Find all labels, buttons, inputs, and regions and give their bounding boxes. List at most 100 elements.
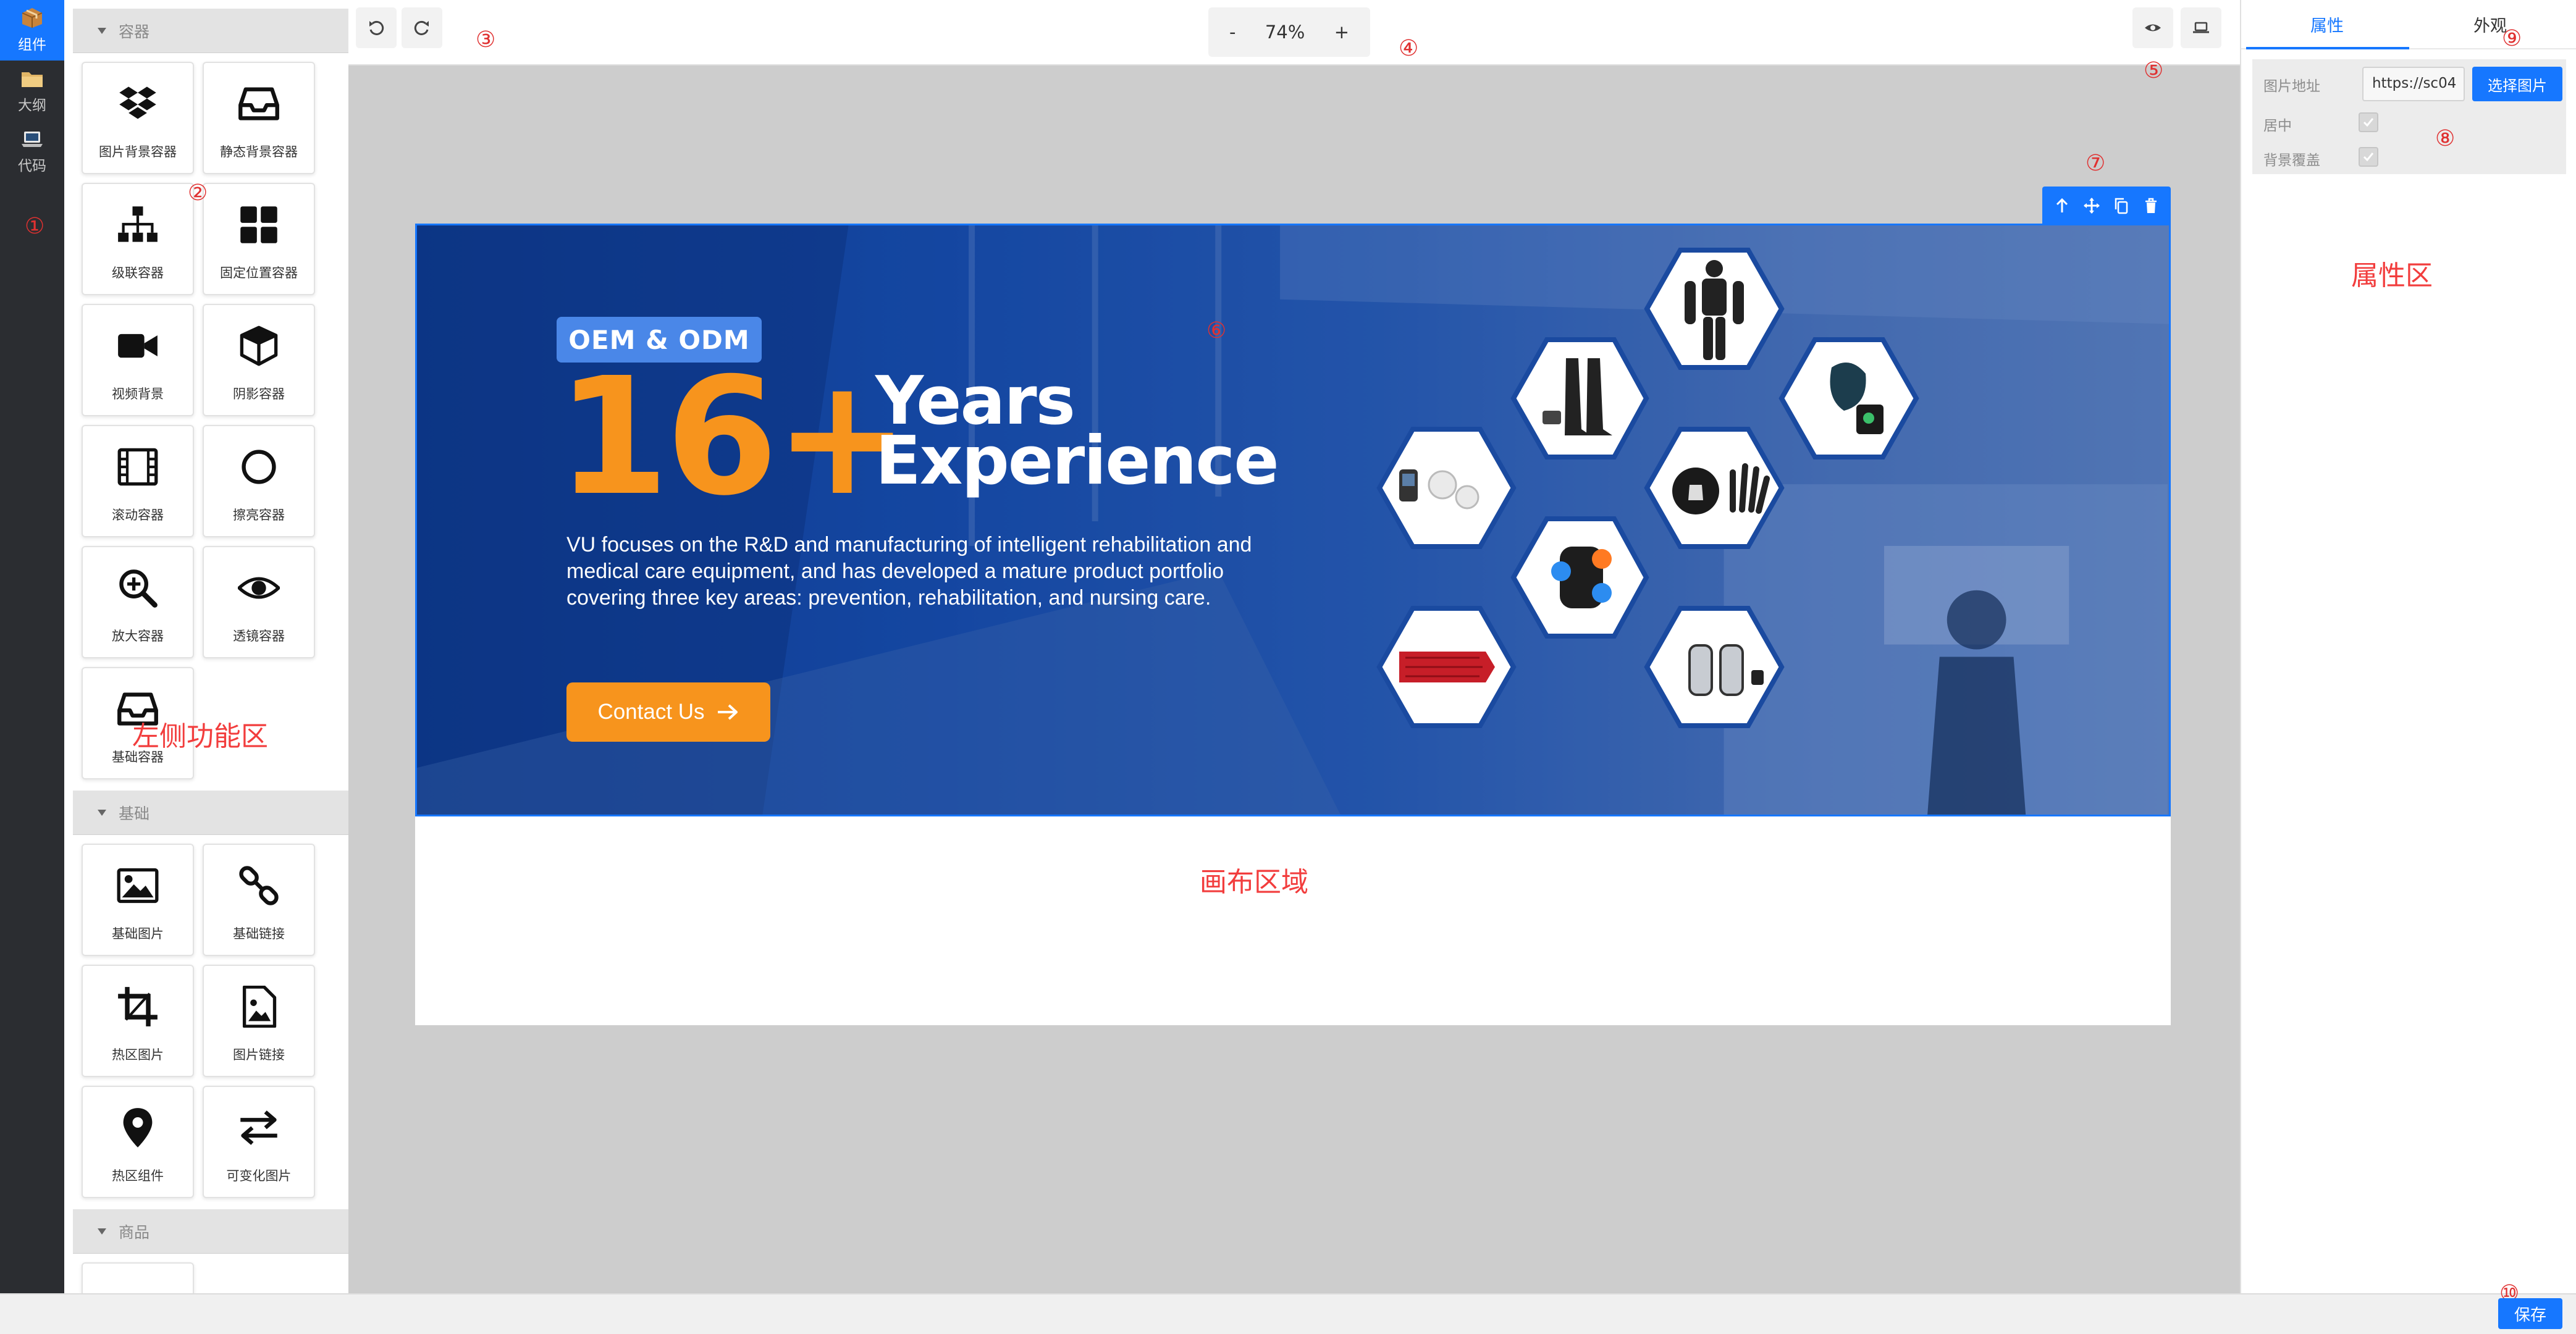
headline-line-2: Experience — [875, 422, 1279, 500]
component-card[interactable]: 视频背景 — [82, 304, 194, 416]
component-card[interactable]: 滚动容器 — [82, 425, 194, 537]
eye-icon — [2145, 24, 2161, 31]
rail-label: 大纲 — [18, 98, 46, 114]
undo-icon — [369, 20, 384, 35]
component-label: 基础链接 — [233, 926, 285, 941]
design-canvas[interactable]: OEM & ODM 16+ Years Experience VU focuse… — [415, 224, 2171, 1025]
component-label: 可变化图片 — [226, 1168, 292, 1183]
headline-number: 16+ — [557, 343, 910, 531]
image-url-label: 图片地址 — [2263, 78, 2320, 94]
group-title: 商品 — [119, 1223, 150, 1241]
component-label: 阴影容器 — [233, 387, 285, 401]
choose-image-button[interactable]: 选择图片 — [2472, 67, 2562, 101]
component-label: 固定位置容器 — [220, 266, 298, 280]
component-label: 透镜容器 — [233, 629, 285, 644]
caret-down-icon — [98, 809, 106, 816]
tab-properties[interactable]: 属性 — [2310, 12, 2344, 36]
property-region-label: 属性区 — [2351, 260, 2433, 292]
laptop-icon — [22, 132, 43, 147]
group-header-products[interactable]: 商品 — [73, 1209, 383, 1254]
property-form: 图片地址 https://sc04 选择图片 居中 背景覆盖 ⑧ — [2252, 59, 2566, 174]
undo-button[interactable] — [356, 7, 397, 48]
arrow-up-icon[interactable] — [2053, 196, 2071, 215]
annotation-marker-9: ⑨ — [2502, 26, 2522, 51]
rail-label: 组件 — [18, 37, 46, 53]
preview-button[interactable] — [2132, 7, 2173, 48]
annotation-marker-6: ⑥ — [1206, 318, 1227, 343]
component-card[interactable]: 热区组件 — [82, 1086, 194, 1198]
save-button[interactable]: 保存 — [2498, 1298, 2562, 1329]
component-label: 基础图片 — [112, 926, 164, 941]
caret-down-icon — [98, 27, 106, 34]
check-icon — [2363, 153, 2374, 162]
redo-button[interactable] — [402, 7, 442, 48]
trash-icon[interactable] — [2142, 196, 2160, 215]
component-card[interactable]: 可变化图片 — [203, 1086, 315, 1198]
group-header-containers[interactable]: 容器 — [73, 9, 383, 53]
package-icon — [22, 8, 43, 28]
move-icon[interactable] — [2082, 196, 2101, 215]
copy-icon[interactable] — [2112, 196, 2131, 215]
selection-toolbar — [2042, 187, 2171, 225]
contact-us-button[interactable]: Contact Us — [566, 682, 770, 742]
component-label: 视频背景 — [112, 387, 164, 401]
component-card[interactable]: 放大容器 — [82, 546, 194, 658]
eye-icon — [238, 577, 280, 599]
dropbox-icon — [119, 86, 156, 119]
component-card[interactable]: 级联容器 — [82, 183, 194, 295]
device-toggle-button[interactable] — [2181, 7, 2221, 48]
rail-item-components[interactable]: 组件 — [0, 0, 64, 61]
zoom-in-icon — [119, 569, 158, 608]
editor-area: ③ - 74% + ④ ⑤ ⑦ OEM & ODM 16+ Years Expe… — [348, 0, 2240, 1293]
map-pin-icon — [123, 1108, 153, 1147]
center-label: 居中 — [2263, 118, 2292, 134]
component-grid-basic: 基础图片 基础链接 热区图片 图片链接 热区组件 可变化图片 — [73, 835, 383, 1209]
headline-text: Years Experience — [875, 367, 1279, 500]
rail-label: 代码 — [18, 158, 46, 174]
property-panel: 属性 外观 ⑨ 图片地址 https://sc04 选择图片 居中 背景覆盖 ⑧… — [2240, 0, 2576, 1293]
component-card[interactable]: 擦亮容器 — [203, 425, 315, 537]
sitemap-icon — [118, 206, 158, 242]
rail-item-code[interactable]: 代码 — [0, 121, 64, 182]
contact-us-label: Contact Us — [597, 700, 705, 724]
zoom-in-button[interactable]: + — [1334, 22, 1349, 43]
image-icon — [117, 868, 159, 904]
component-card[interactable]: 图片链接 — [203, 965, 315, 1077]
component-card[interactable]: 固定位置容器 — [203, 183, 315, 295]
component-card[interactable]: 阴影容器 — [203, 304, 315, 416]
component-label: 热区图片 — [112, 1047, 164, 1062]
component-card[interactable]: 图片背景容器 — [82, 62, 194, 174]
zoom-out-button[interactable]: - — [1229, 22, 1235, 43]
redo-icon — [414, 20, 429, 35]
component-label: 滚动容器 — [112, 508, 164, 522]
component-card[interactable]: 基础链接 — [203, 844, 315, 956]
crop-icon — [118, 987, 158, 1026]
background-cover-checkbox[interactable] — [2359, 147, 2378, 167]
annotation-marker-2: ② — [188, 180, 208, 206]
editor-toolbar: ③ - 74% + ④ — [348, 0, 2240, 65]
folder-icon — [22, 72, 43, 87]
group-header-basic[interactable]: 基础 — [73, 791, 383, 835]
circle-icon — [242, 450, 276, 484]
component-card[interactable]: 静态背景容器 — [203, 62, 315, 174]
component-label: 擦亮容器 — [233, 508, 285, 522]
grid-icon — [240, 206, 277, 243]
group-title: 基础 — [119, 804, 150, 823]
annotation-marker-1: ① — [25, 214, 45, 239]
component-card[interactable]: 热区图片 — [82, 965, 194, 1077]
icon-rail: 组件 大纲 代码 ① — [0, 0, 64, 1293]
rail-item-outline[interactable]: 大纲 — [0, 61, 64, 121]
component-label: 放大容器 — [112, 629, 164, 644]
image-url-input[interactable]: https://sc04 — [2362, 67, 2465, 101]
hero-banner[interactable]: OEM & ODM 16+ Years Experience VU focuse… — [415, 224, 2171, 816]
component-panel: 容器 图片背景容器 静态背景容器 级联容器 固定位置容器 视频背景 阴影容器 滚… — [64, 0, 406, 1334]
arrow-right-icon — [717, 704, 738, 720]
component-card[interactable]: 基础图片 — [82, 844, 194, 956]
laptop-icon — [2193, 22, 2209, 33]
center-checkbox[interactable] — [2359, 112, 2378, 132]
component-label: 图片链接 — [233, 1047, 285, 1062]
cube-icon — [240, 325, 278, 366]
property-tabs: 属性 外观 — [2241, 0, 2576, 49]
annotation-marker-4: ④ — [1399, 36, 1419, 61]
component-card[interactable]: 透镜容器 — [203, 546, 315, 658]
